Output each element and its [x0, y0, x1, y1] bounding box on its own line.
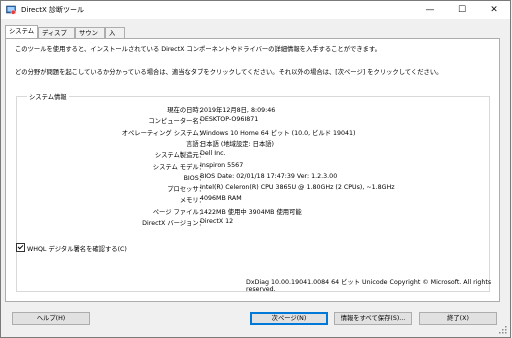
- system-info-row-label: オペレーティング システム：: [121, 129, 205, 137]
- system-info-row-value: Inspiron 5567: [200, 161, 244, 169]
- system-info-row-value: 4096MB RAM: [200, 195, 242, 203]
- window-title: DirectX 診断ツール: [21, 6, 84, 14]
- intro-text-2: どの分野が問題を起こしているか分かっている場合は、適当なタブをクリックしてくださ…: [15, 69, 443, 76]
- resize-grip-icon[interactable]: [498, 325, 508, 335]
- system-info-row: システム製造元： Dell Inc.: [17, 150, 487, 159]
- system-info-row: コンピューター名： DESKTOP-O96I871: [17, 116, 487, 125]
- system-info-row-value: DESKTOP-O96I871: [200, 116, 259, 124]
- system-info-label: システム情報: [27, 92, 69, 101]
- system-info-row-label: ページ ファイル：: [152, 208, 205, 216]
- system-info-row: プロセッサ： Intel(R) Celeron(R) CPU 3865U @ 1.…: [17, 184, 487, 193]
- system-info-group: システム情報 現在の日時： 2019年12月8日, 8:09:46 コンピューター名…: [16, 92, 490, 292]
- system-info-row-value: DirectX 12: [200, 218, 234, 225]
- system-info-row-value: 2019年12月8日, 8:09:46: [200, 107, 276, 114]
- help-button[interactable]: ヘルプ(H): [12, 312, 90, 325]
- system-info-row-value: Windows 10 Home 64 ビット (10.0, ビルド 19041): [200, 129, 356, 137]
- dxdiag-app-icon: [6, 5, 16, 15]
- system-info-row-label: 現在の日時：: [167, 107, 205, 114]
- exit-button[interactable]: 終了(X): [419, 312, 497, 325]
- system-info-row-label: コンピューター名：: [148, 118, 205, 126]
- system-info-row-label: DirectX バージョン：: [142, 220, 205, 227]
- tab-system[interactable]: システム: [5, 25, 38, 38]
- save-all-info-button[interactable]: 情報をすべて保存(S)...: [334, 312, 412, 325]
- close-button[interactable]: ✕: [478, 1, 510, 19]
- system-info-row-label: プロセッサ：: [167, 186, 205, 194]
- whql-checkbox[interactable]: WHQL デジタル署名を確認する(C): [16, 243, 127, 253]
- whql-checkbox-label: WHQL デジタル署名を確認する(C): [27, 246, 127, 253]
- system-info-row-value: 日本語 (地域設定: 日本語): [200, 140, 275, 148]
- checkbox-checked-icon[interactable]: [16, 243, 25, 252]
- tab-sound[interactable]: サウンド: [75, 27, 105, 48]
- next-page-button[interactable]: 次ページ(N): [250, 312, 328, 325]
- system-info-row: オペレーティング システム： Windows 10 Home 64 ビット (10…: [17, 128, 487, 137]
- system-info-row: システム モデル： Inspiron 5567: [17, 162, 487, 171]
- system-info-row-label: 言語：: [186, 140, 205, 148]
- system-info-row-value: Intel(R) Celeron(R) CPU 3865U @ 1.80GHz …: [200, 184, 395, 192]
- tab-display[interactable]: ディスプレイ: [38, 27, 75, 48]
- system-info-row: 現在の日時： 2019年12月8日, 8:09:46: [17, 105, 487, 114]
- system-info-row: メモリ： 4096MB RAM: [17, 195, 487, 204]
- maximize-button[interactable]: ☐: [446, 1, 478, 19]
- system-info-row-label: システム モデル：: [152, 163, 205, 171]
- intro-text-1: このツールを使用すると、インストールされている DirectX コンポーネントや…: [15, 46, 381, 53]
- system-tab-panel: このツールを使用すると、インストールされている DirectX コンポーネントや…: [5, 38, 500, 302]
- system-info-row-value: 1422MB 使用中 3904MB 使用可能: [200, 208, 302, 216]
- dxdiag-window: DirectX 診断ツール — ☐ ✕ システム ディスプレイ サウンド 入力 …: [0, 0, 511, 338]
- system-info-row-value: BIOS Date: 02/01/18 17:47:39 Ver: 1.2.3.…: [200, 172, 338, 180]
- system-info-row: BIOS： BIOS Date: 02/01/18 17:47:39 Ver: 1…: [17, 173, 487, 182]
- system-info-row-label: システム製造元：: [154, 152, 205, 160]
- system-info-row: DirectX バージョン： DirectX 12: [17, 218, 487, 227]
- system-info-row: 言語： 日本語 (地域設定: 日本語): [17, 139, 487, 148]
- title-bar[interactable]: DirectX 診断ツール — ☐ ✕: [1, 1, 510, 19]
- tab-input[interactable]: 入力: [105, 27, 125, 48]
- system-info-row-value: Dell Inc.: [200, 150, 226, 158]
- system-info-row-label: BIOS：: [183, 174, 205, 182]
- copyright-text: DxDiag 10.00.19041.0084 64 ビット Unicode C…: [246, 279, 492, 293]
- system-info-row-label: メモリ：: [179, 197, 205, 205]
- minimize-button[interactable]: —: [414, 1, 446, 19]
- system-info-row: ページ ファイル： 1422MB 使用中 3904MB 使用可能: [17, 207, 487, 216]
